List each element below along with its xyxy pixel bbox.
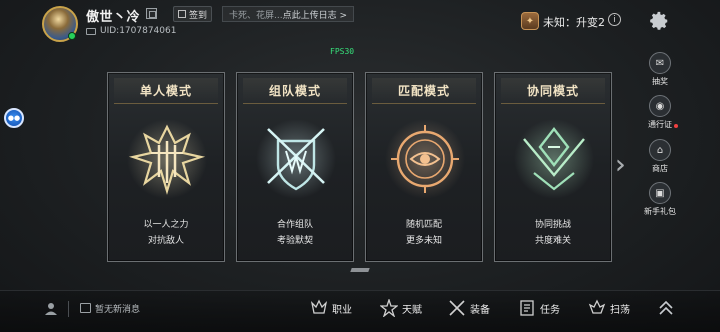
pass-notification-dot	[674, 124, 678, 128]
copy-icon[interactable]	[146, 8, 157, 19]
lottery-icon: ✉	[649, 52, 671, 74]
rail-shop[interactable]: ⌂ 商店	[640, 139, 680, 174]
nav-talent[interactable]: 天赋	[380, 299, 422, 317]
fps-counter: FPS30	[330, 47, 355, 56]
mode-desc-line2: 对抗敌人	[147, 236, 184, 246]
shop-icon: ⌂	[649, 139, 671, 161]
rank-icon: ✦	[521, 12, 539, 30]
mode-title: 匹配模式	[372, 78, 476, 104]
upload-log-hint: 卡死、花屏...	[229, 10, 283, 21]
mode-desc-line2: 共度难关	[534, 236, 571, 246]
upload-log-banner[interactable]: 卡死、花屏... 点此上传日志 >	[222, 6, 354, 22]
page-indicator	[350, 268, 370, 272]
rank-label: 未知：升变2	[543, 16, 605, 29]
nav-label: 职业	[332, 304, 352, 316]
mode-description: 随机匹配 更多未知	[366, 217, 482, 249]
nav-label: 任务	[540, 304, 560, 316]
checkin-label: 签到	[189, 10, 208, 21]
mode-description: 以一人之力 对抗敌人	[108, 217, 224, 249]
class-icon	[310, 299, 328, 314]
gear-icon[interactable]	[648, 10, 670, 32]
mode-desc-line1: 以一人之力	[143, 220, 189, 230]
rail-label: 通行证	[648, 120, 672, 129]
info-icon[interactable]: i	[608, 13, 621, 26]
rail-lottery[interactable]: ✉ 抽奖	[640, 52, 680, 87]
equipment-icon	[449, 300, 465, 316]
id-card-icon	[86, 27, 96, 35]
nav-equipment[interactable]: 装备	[448, 299, 490, 317]
uid-row: UID:1707874061	[86, 26, 176, 36]
rail-label: 新手礼包	[644, 207, 676, 216]
gift-icon: ▣	[649, 182, 671, 204]
online-status-dot	[68, 32, 76, 40]
player-uid: UID:1707874061	[100, 26, 177, 36]
calendar-icon	[178, 10, 186, 18]
upload-log-link[interactable]: 点此上传日志 >	[283, 8, 347, 21]
nav-sweep[interactable]: 扫荡	[588, 299, 630, 317]
mode-card-single[interactable]: 单人模式 以一人之力 对抗敌人	[107, 72, 225, 262]
mode-description: 合作组队 考验默契	[237, 217, 353, 249]
sweep-icon	[588, 299, 606, 314]
coop-mode-emblem-icon	[514, 119, 594, 199]
checkin-button[interactable]: 签到	[173, 6, 213, 22]
mode-desc-line2: 考验默契	[276, 236, 313, 246]
rail-gift[interactable]: ▣ 新手礼包	[640, 182, 680, 217]
next-page-arrow-icon[interactable]: ››	[615, 150, 624, 180]
nav-label: 扫荡	[610, 304, 630, 316]
divider	[68, 301, 69, 317]
nav-class[interactable]: 职业	[310, 299, 352, 317]
mode-card-match[interactable]: 匹配模式 随机匹配 更多未知	[365, 72, 483, 262]
message-status[interactable]: 暂无新消息	[95, 302, 140, 315]
friends-icon[interactable]	[44, 302, 58, 316]
team-mode-emblem-icon	[256, 119, 336, 199]
rail-label: 商店	[652, 164, 668, 173]
mode-desc-line1: 随机匹配	[405, 220, 442, 230]
mode-title: 组队模式	[243, 78, 347, 104]
message-icon	[80, 303, 91, 313]
rail-label: 抽奖	[652, 77, 668, 86]
mode-title: 单人模式	[114, 78, 218, 104]
nav-label: 装备	[470, 304, 490, 316]
quest-icon	[520, 300, 534, 316]
mode-description: 协同挑战 共度难关	[495, 217, 611, 249]
nav-quest[interactable]: 任务	[518, 299, 560, 317]
nav-label: 天赋	[402, 304, 422, 316]
chevron-up-icon[interactable]	[656, 298, 676, 318]
mode-title: 协同模式	[501, 78, 605, 104]
mode-card-team[interactable]: 组队模式 合作组队 考验默契	[236, 72, 354, 262]
pass-icon: ◉	[649, 95, 671, 117]
mode-card-coop[interactable]: 协同模式 协同挑战 共度难关	[494, 72, 612, 262]
mode-desc-line2: 更多未知	[405, 236, 442, 246]
talent-icon	[380, 299, 398, 317]
floating-assistant-icon[interactable]: ●●	[4, 108, 24, 128]
player-name: 傲世丶冷	[86, 10, 141, 25]
match-mode-emblem-icon	[385, 119, 465, 199]
single-mode-emblem-icon	[127, 119, 207, 199]
mode-desc-line1: 合作组队	[276, 220, 313, 230]
mode-desc-line1: 协同挑战	[534, 220, 571, 230]
